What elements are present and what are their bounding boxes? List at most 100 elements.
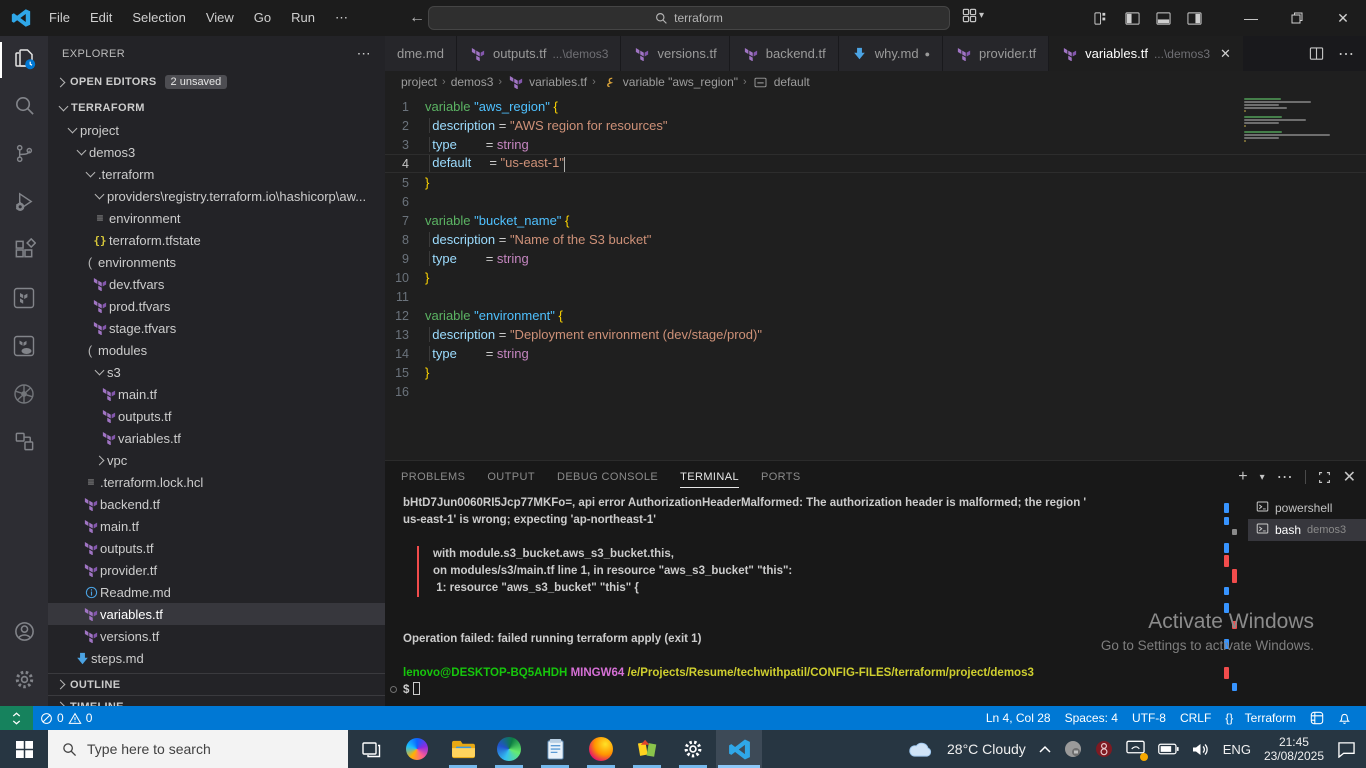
tree-item-environments[interactable]: environments (48, 251, 385, 273)
panel-tab-debug-console[interactable]: DEBUG CONSOLE (557, 461, 658, 493)
tab-variables.tf[interactable]: variables.tf ...\demos3 ✕ (1049, 36, 1244, 71)
tree-item-readme.md[interactable]: Readme.md (48, 581, 385, 603)
activity-terraform-cloud[interactable] (0, 324, 48, 372)
activity-source-control[interactable] (0, 132, 48, 180)
action-center-icon[interactable] (1337, 741, 1356, 758)
remote-explorer-icon[interactable] (1303, 706, 1331, 730)
menu-selection[interactable]: Selection (123, 6, 194, 30)
clock[interactable]: 21:45 23/08/2025 (1264, 735, 1324, 763)
breadcrumb-0[interactable]: project (401, 75, 437, 89)
tree-item-variables.tf[interactable]: variables.tf (48, 603, 385, 625)
shell-powershell[interactable]: powershell (1248, 497, 1366, 519)
tray-expand-chevron-icon[interactable] (1039, 745, 1051, 753)
toggle-sidebar-icon[interactable] (1125, 11, 1140, 26)
toggle-secondary-sidebar-icon[interactable] (1187, 11, 1202, 26)
breadcrumb-2[interactable]: variables.tf (507, 75, 587, 89)
tree-item-provider.tf[interactable]: provider.tf (48, 559, 385, 581)
panel-tab-ports[interactable]: PORTS (761, 461, 801, 493)
tree-item-modules[interactable]: modules (48, 339, 385, 361)
file-explorer-button[interactable] (440, 730, 486, 768)
tab-provider.tf[interactable]: provider.tf (943, 36, 1050, 71)
activity-kubernetes[interactable] (0, 372, 48, 420)
tree-item-stage.tfvars[interactable]: stage.tfvars (48, 317, 385, 339)
language-indicator[interactable]: ENG (1223, 742, 1251, 757)
tree-item-steps.md[interactable]: steps.md (48, 647, 385, 669)
copilot-button[interactable] (394, 730, 440, 768)
restore-button[interactable] (1274, 0, 1320, 36)
breadcrumb-4[interactable]: default (752, 75, 810, 89)
split-editor-icon[interactable] (1309, 46, 1324, 61)
indentation[interactable]: Spaces: 4 (1058, 706, 1125, 730)
menu-edit[interactable]: Edit (81, 6, 121, 30)
tree-item-terraform.tfstate[interactable]: {} terraform.tfstate (48, 229, 385, 251)
tab-versions.tf[interactable]: versions.tf (621, 36, 730, 71)
shell-bash[interactable]: bash demos3 (1248, 519, 1366, 541)
menu-view[interactable]: View (197, 6, 243, 30)
menu-more[interactable]: ⋯ (326, 6, 357, 30)
panel-more-icon[interactable]: ⋯ (1277, 467, 1293, 487)
tree-item-environment[interactable]: ≡ environment (48, 207, 385, 229)
activity-settings[interactable] (0, 658, 48, 706)
outline-section[interactable]: OUTLINE (48, 673, 385, 695)
cast-icon[interactable] (1126, 740, 1148, 761)
breadcrumb-3[interactable]: variable "aws_region" (601, 75, 738, 89)
tab-why.md[interactable]: why.md ● (838, 36, 943, 71)
tree-item-main.tf[interactable]: main.tf (48, 383, 385, 405)
tab-outputs.tf[interactable]: outputs.tf ...\demos3 (456, 36, 622, 71)
tree-item-outputs.tf[interactable]: outputs.tf (48, 405, 385, 427)
close-tab-icon[interactable]: ✕ (1220, 46, 1231, 62)
menu-go[interactable]: Go (245, 6, 280, 30)
compare-tool-button[interactable] (624, 730, 670, 768)
tree-item-main.tf[interactable]: main.tf (48, 515, 385, 537)
notifications-bell-icon[interactable] (1331, 706, 1358, 730)
new-terminal-icon[interactable]: + (1238, 468, 1247, 486)
volume-icon[interactable] (1192, 742, 1210, 757)
tree-item-project[interactable]: project (48, 119, 385, 141)
tree-item-.terraform.lock.hcl[interactable]: ≡ .terraform.lock.hcl (48, 471, 385, 493)
audio-device-icon[interactable] (1064, 740, 1082, 758)
tree-item-prod.tfvars[interactable]: prod.tfvars (48, 295, 385, 317)
close-panel-icon[interactable]: ✕ (1343, 467, 1356, 487)
minimize-button[interactable]: — (1228, 0, 1274, 36)
timeline-section[interactable]: TIMELINE (48, 695, 385, 706)
open-editors-header[interactable]: OPEN EDITORS 2 unsaved (48, 71, 385, 93)
activity-search[interactable] (0, 84, 48, 132)
back-arrow-icon[interactable]: ← (409, 9, 425, 27)
close-button[interactable]: ✕ (1320, 0, 1366, 36)
encoding[interactable]: UTF-8 (1125, 706, 1173, 730)
red-app-icon[interactable] (1095, 740, 1113, 758)
taskbar-search[interactable]: Type here to search (48, 730, 348, 768)
tree-item-providers-registry.terraform.io-hashicorp-aw...[interactable]: providers\registry.terraform.io\hashicor… (48, 185, 385, 207)
minimap[interactable] (1244, 98, 1336, 146)
menu-file[interactable]: File (40, 6, 79, 30)
weather-text[interactable]: 28°C Cloudy (947, 741, 1026, 757)
notepad-button[interactable] (532, 730, 578, 768)
tree-item-vpc[interactable]: vpc (48, 449, 385, 471)
activity-extensions[interactable] (0, 228, 48, 276)
command-center-search[interactable]: terraform (428, 6, 950, 30)
tree-item-outputs.tf[interactable]: outputs.tf (48, 537, 385, 559)
eol-sequence[interactable]: CRLF (1173, 706, 1218, 730)
activity-run-debug[interactable] (0, 180, 48, 228)
activity-terraform[interactable] (0, 276, 48, 324)
problems-status[interactable]: 0 0 (33, 706, 99, 730)
grid-menu-icon[interactable]: ▾ (962, 8, 984, 23)
task-view-button[interactable] (348, 730, 394, 768)
language-mode[interactable]: {} Terraform (1218, 706, 1303, 730)
remote-indicator[interactable] (0, 706, 33, 730)
terminal-output[interactable]: bHtD7Jun0060RI5Jcp77MKFo=, api error Aut… (385, 495, 1230, 706)
editor-more-icon[interactable]: ⋯ (1338, 44, 1354, 64)
settings-button[interactable] (670, 730, 716, 768)
tree-item-.terraform[interactable]: .terraform (48, 163, 385, 185)
maximize-panel-icon[interactable] (1318, 471, 1331, 484)
tab-dme.md[interactable]: dme.md (385, 36, 457, 71)
menu-run[interactable]: Run (282, 6, 324, 30)
tree-item-dev.tfvars[interactable]: dev.tfvars (48, 273, 385, 295)
firefox-button[interactable] (578, 730, 624, 768)
breadcrumb[interactable]: project › demos3 › variables.tf › variable "aw… (385, 71, 1366, 93)
toggle-panel-icon[interactable] (1156, 11, 1171, 26)
battery-icon[interactable] (1157, 743, 1179, 755)
tree-item-terraform[interactable]: TERRAFORM (48, 97, 385, 119)
activity-explorer[interactable] (0, 36, 48, 84)
customize-layout-icon[interactable] (1094, 11, 1109, 26)
